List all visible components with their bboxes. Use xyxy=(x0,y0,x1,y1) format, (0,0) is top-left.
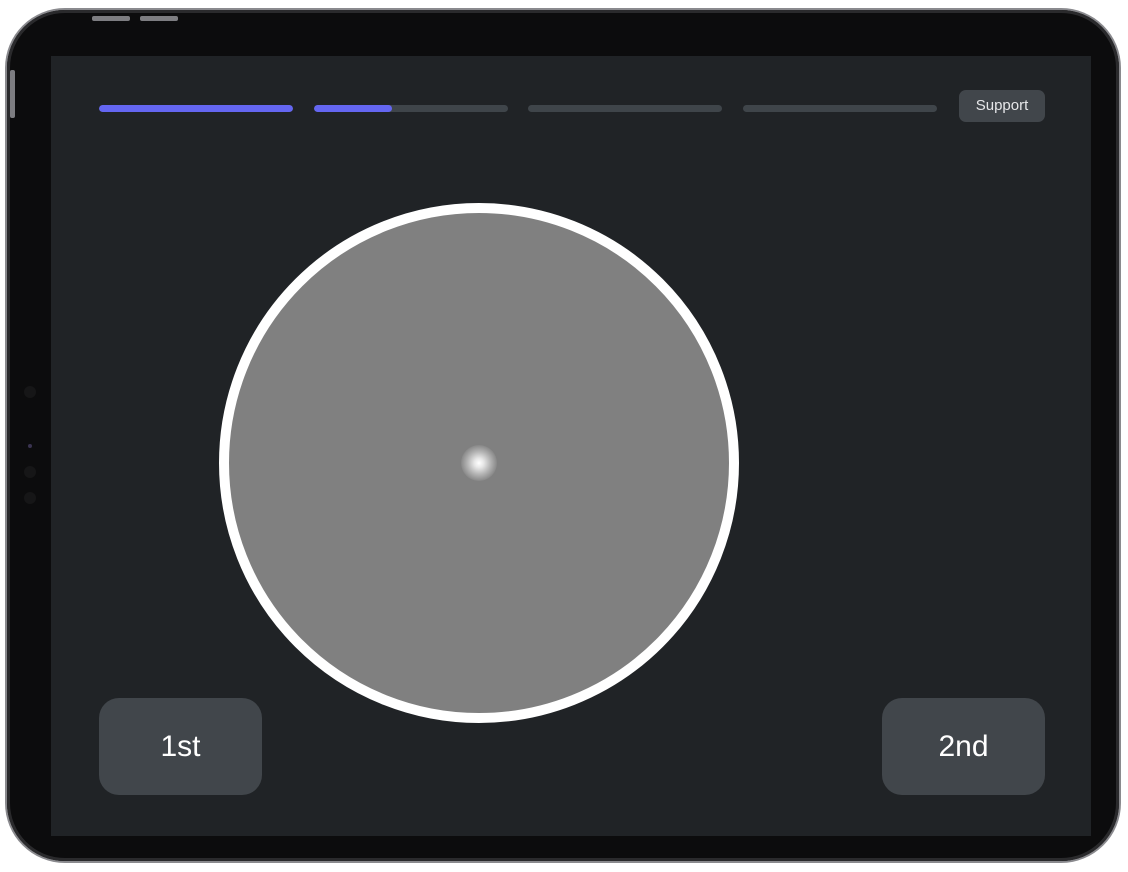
fixation-dot xyxy=(461,445,497,481)
progress-fill-1 xyxy=(99,105,293,112)
volume-up-button xyxy=(92,16,130,21)
progress-step-2 xyxy=(314,105,508,112)
app-screen: Support 1st 2nd xyxy=(51,56,1091,836)
second-choice-button[interactable]: 2nd xyxy=(882,698,1045,795)
volume-down-button xyxy=(140,16,178,21)
progress-step-1 xyxy=(99,105,293,112)
power-button xyxy=(10,70,15,118)
progress-step-3 xyxy=(528,105,722,112)
stimulus-circle xyxy=(219,203,739,723)
support-button[interactable]: Support xyxy=(959,90,1045,122)
progress-fill-2 xyxy=(314,105,392,112)
camera-sensor xyxy=(24,386,36,398)
progress-step-4 xyxy=(743,105,937,112)
first-choice-button[interactable]: 1st xyxy=(99,698,262,795)
tablet-frame: Support 1st 2nd xyxy=(7,10,1119,861)
camera-lens xyxy=(28,444,32,448)
proximity-sensor xyxy=(24,466,36,478)
ambient-light-sensor xyxy=(24,492,36,504)
